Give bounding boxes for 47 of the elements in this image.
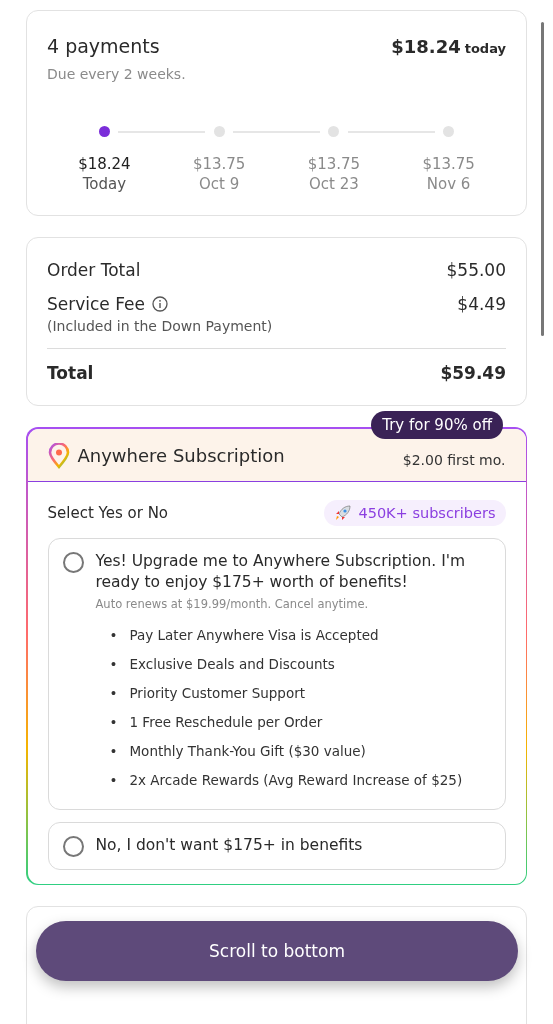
location-pin-icon — [47, 442, 70, 469]
subscribers-badge: 450K+ subscribers — [324, 499, 506, 526]
subscription-title: Anywhere Subscription — [77, 445, 285, 466]
scroll-to-bottom-button[interactable]: Scroll to bottom — [36, 921, 518, 981]
promo-badge: Try for 90% off — [371, 411, 503, 439]
today-label: today — [464, 41, 506, 56]
total-value: $59.49 — [440, 363, 506, 383]
bullet-mark: • — [109, 742, 118, 760]
line-note: (Included in the Down Payment) — [47, 318, 273, 334]
line-value: $4.49 — [457, 294, 506, 316]
payment-amount: $13.75 — [422, 155, 475, 173]
option-note: Auto renews at $19.99/month. Cancel anytime. — [95, 596, 370, 611]
option-label: Yes! Upgrade me to Anywhere Subscription. I'm ready to enjoy $175+ worth of benefits! — [95, 550, 467, 593]
info-icon[interactable] — [152, 296, 168, 312]
today-amount: $18.24 — [391, 36, 461, 57]
payment-date: Oct 23 — [308, 175, 359, 193]
bullet-mark: • — [109, 771, 118, 789]
payment-amount: $18.24 — [78, 155, 131, 173]
bullet-mark: • — [109, 626, 118, 644]
benefit-text: Priority Customer Support — [129, 684, 306, 702]
plan-subtitle: Due every 2 weeks. — [47, 66, 187, 82]
option-card[interactable] — [47, 537, 506, 810]
line-label: Order Total — [47, 260, 141, 280]
benefit-text: Pay Later Anywhere Visa is Accepted — [129, 626, 379, 644]
option-label: No, I don't want $175+ in benefits — [95, 834, 363, 856]
bullet-mark: • — [109, 655, 118, 673]
line-label: Service Fee — [47, 294, 145, 314]
payment-date: Oct 9 — [199, 175, 240, 193]
benefit-text: 1 Free Reschedule per Order — [129, 713, 323, 731]
radio-button[interactable] — [62, 835, 84, 857]
subscription-price: $2.00 first mo. — [402, 451, 506, 468]
payment-date: Today — [82, 175, 127, 193]
option-card[interactable]: No, I don't want $175+ in benefits — [47, 821, 506, 870]
select-prompt: Select Yes or No — [47, 503, 169, 522]
rocket-icon — [334, 503, 353, 522]
bullet-mark: • — [109, 713, 118, 731]
benefit-text: Exclusive Deals and Discounts — [129, 655, 335, 673]
payment-amount: $13.75 — [307, 155, 361, 173]
payment-date: Nov 6 — [426, 175, 471, 193]
line-value: $55.00 — [446, 260, 506, 280]
payment-amount: $13.75 — [192, 155, 246, 173]
total-label: Total — [47, 363, 94, 383]
radio-button[interactable] — [62, 551, 84, 573]
plan-title: 4 payments — [47, 35, 160, 57]
benefit-text: 2x Arcade Rewards (Avg Reward Increase of $25) — [129, 771, 463, 789]
benefit-text: Monthly Thank-You Gift ($30 value) — [129, 742, 366, 760]
bullet-mark: • — [109, 684, 118, 702]
